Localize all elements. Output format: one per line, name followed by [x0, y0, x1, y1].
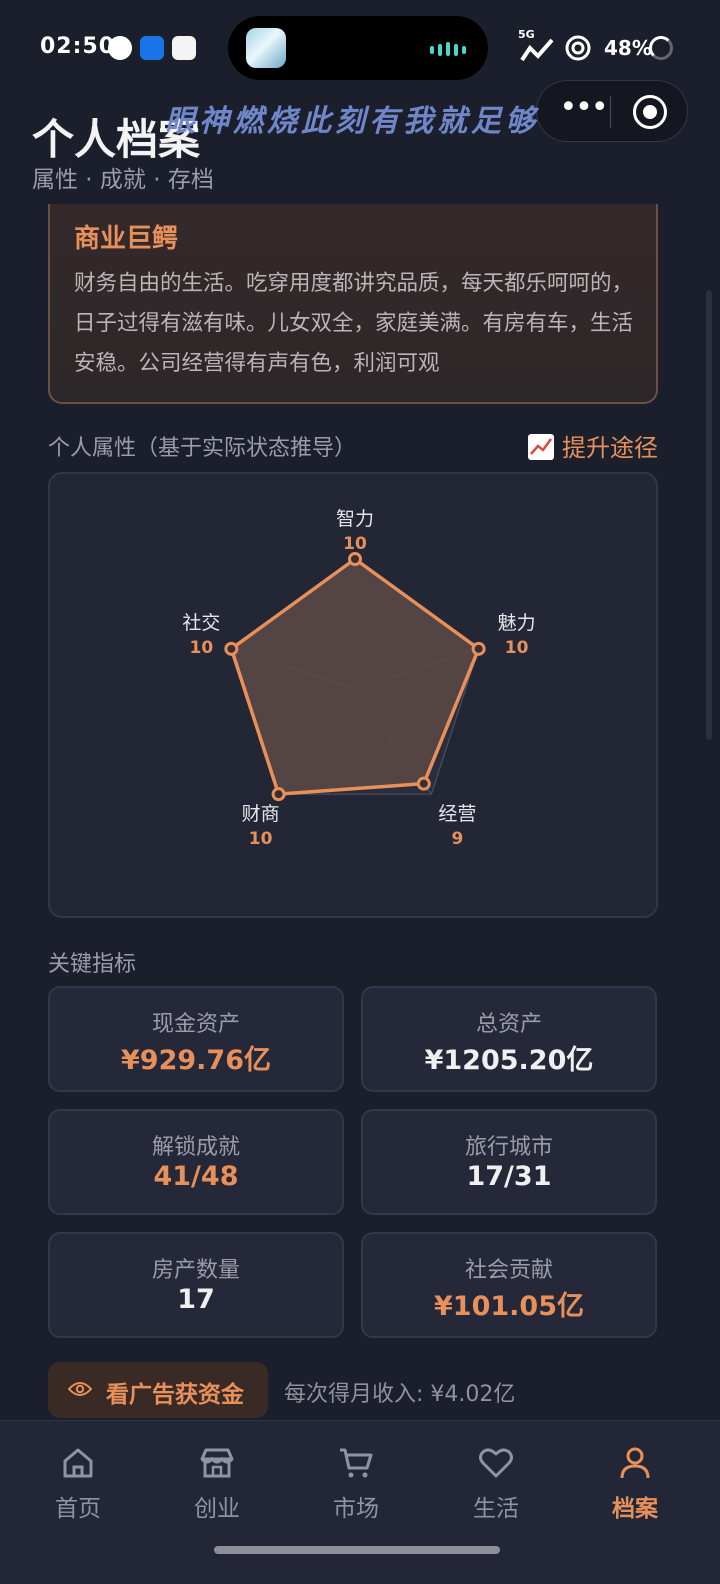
stat-label: 现金资产: [151, 1012, 240, 1037]
stat-value: 17/31: [466, 1161, 552, 1192]
stat-card-travel-cities[interactable]: 旅行城市 17/31: [361, 1109, 657, 1215]
stat-label: 解锁成就: [151, 1135, 240, 1160]
metrics-label: 关键指标: [48, 952, 137, 977]
radar-data-point: [471, 641, 486, 656]
watch-ad-button[interactable]: 看广告获资金: [48, 1362, 268, 1418]
page-subtitle: 属性 · 成就 · 存档: [32, 167, 214, 193]
person-icon: [620, 1447, 650, 1479]
alipay-icon: [140, 36, 164, 60]
radar-value-label: 10: [343, 534, 367, 554]
cart-icon: [340, 1448, 373, 1478]
media-thumbnail: [246, 28, 286, 68]
attributes-label: 个人属性（基于实际状态推导）: [48, 436, 357, 461]
signal-icon: [520, 38, 554, 62]
more-icon[interactable]: •••: [555, 93, 611, 129]
tab-label: 首页: [55, 1496, 101, 1522]
store-icon: [200, 1448, 234, 1478]
radar-data-point: [271, 787, 286, 802]
tab-market[interactable]: 市场: [306, 1443, 406, 1533]
watch-ad-label: 看广告获资金: [106, 1382, 244, 1408]
improve-link[interactable]: 提升途径: [528, 428, 658, 463]
stat-value: ¥929.76亿: [121, 1045, 271, 1076]
stat-card-achievements[interactable]: 解锁成就 41/48: [48, 1109, 344, 1215]
scrollbar[interactable]: [706, 290, 712, 740]
radar-value-label: 10: [190, 638, 214, 658]
tab-label: 档案: [612, 1496, 658, 1522]
home-app-icon: [172, 36, 196, 60]
tab-home[interactable]: 首页: [28, 1443, 128, 1533]
radar-axis-label: 魅力: [498, 612, 536, 634]
radar-axis-label: 智力: [336, 508, 374, 530]
chart-trend-icon: [528, 434, 554, 460]
radar-axis-label: 社交: [182, 612, 220, 634]
tab-bar: 首页 创业 市场 生活 档案: [0, 1420, 720, 1584]
battery-icon: [649, 36, 673, 60]
home-indicator[interactable]: [214, 1546, 500, 1554]
stat-card-total-assets[interactable]: 总资产 ¥1205.20亿: [361, 986, 657, 1092]
radar-value-label: 9: [451, 829, 463, 849]
stat-card-cash[interactable]: 现金资产 ¥929.76亿: [48, 986, 344, 1092]
stat-value: ¥101.05亿: [434, 1291, 584, 1322]
title-name: 商业巨鳄: [74, 224, 179, 254]
stat-label: 总资产: [475, 1012, 542, 1037]
tab-label: 生活: [473, 1496, 519, 1522]
eye-icon: [68, 1382, 92, 1396]
tab-profile[interactable]: 档案: [585, 1443, 685, 1533]
close-target-icon[interactable]: [633, 95, 667, 129]
status-time: 02:50: [40, 34, 116, 59]
ad-reward-note: 每次得月收入: ¥4.02亿: [284, 1382, 516, 1407]
battery-level: 48%: [604, 36, 652, 60]
app-notification-icon: [108, 36, 132, 60]
hotspot-icon: [565, 35, 591, 61]
stat-label: 房产数量: [151, 1258, 240, 1283]
tab-label: 市场: [333, 1496, 379, 1522]
stat-value: 17: [177, 1284, 215, 1315]
stat-card-properties[interactable]: 房产数量 17: [48, 1232, 344, 1338]
miniprogram-capsule: •••: [536, 80, 688, 142]
radar-value-label: 10: [249, 829, 273, 849]
radar-data-point: [348, 552, 362, 566]
tab-life[interactable]: 生活: [446, 1443, 546, 1533]
audio-wave-icon: [430, 42, 466, 56]
radar-data-point: [416, 776, 431, 791]
radar-value-label: 10: [505, 638, 529, 658]
dynamic-island[interactable]: [228, 16, 488, 80]
title-description: 财务自由的生活。吃穿用度都讲究品质，每天都乐呵呵的，日子过得有滋有味。儿女双全，…: [74, 271, 634, 376]
heart-icon: [479, 1448, 513, 1478]
improve-link-label: 提升途径: [562, 434, 658, 462]
radar-axis-label: 经营: [438, 803, 476, 825]
tab-label: 创业: [194, 1496, 240, 1522]
stat-label: 社会贡献: [464, 1258, 553, 1283]
radar-chart: 智力 10 魅力 10 经营 9 财商 10 社交 10: [182, 508, 536, 849]
radar-axis-label: 财商: [242, 803, 280, 825]
overlay-lyric: 眼神燃烧此刻有我就足够: [165, 104, 539, 139]
stat-label: 旅行城市: [464, 1135, 553, 1160]
stat-value: ¥1205.20亿: [424, 1045, 594, 1076]
capsule-divider: [610, 96, 611, 128]
stat-value: 41/48: [153, 1161, 239, 1192]
title-card: 商业巨鳄 财务自由的生活。吃穿用度都讲究品质，每天都乐呵呵的，日子过得有滋有味。…: [48, 204, 658, 404]
radar-data-point: [224, 641, 239, 656]
tab-business[interactable]: 创业: [167, 1443, 267, 1533]
radar-panel: 智力 10 魅力 10 经营 9 财商 10 社交 10: [48, 472, 658, 918]
stat-card-social-contribution[interactable]: 社会贡献 ¥101.05亿: [361, 1232, 657, 1338]
home-icon: [63, 1448, 93, 1478]
